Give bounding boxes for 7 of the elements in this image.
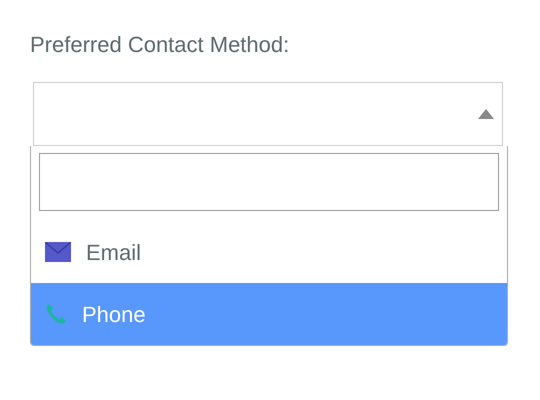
search-field[interactable] — [39, 153, 499, 211]
caret-icon — [478, 109, 494, 119]
field-label: Preferred Contact Method: — [30, 31, 290, 59]
dropdown-option[interactable]: Phone — [31, 283, 507, 345]
dropdown-select[interactable] — [33, 82, 503, 146]
phone-icon — [45, 303, 67, 325]
envelope-icon — [45, 242, 71, 262]
